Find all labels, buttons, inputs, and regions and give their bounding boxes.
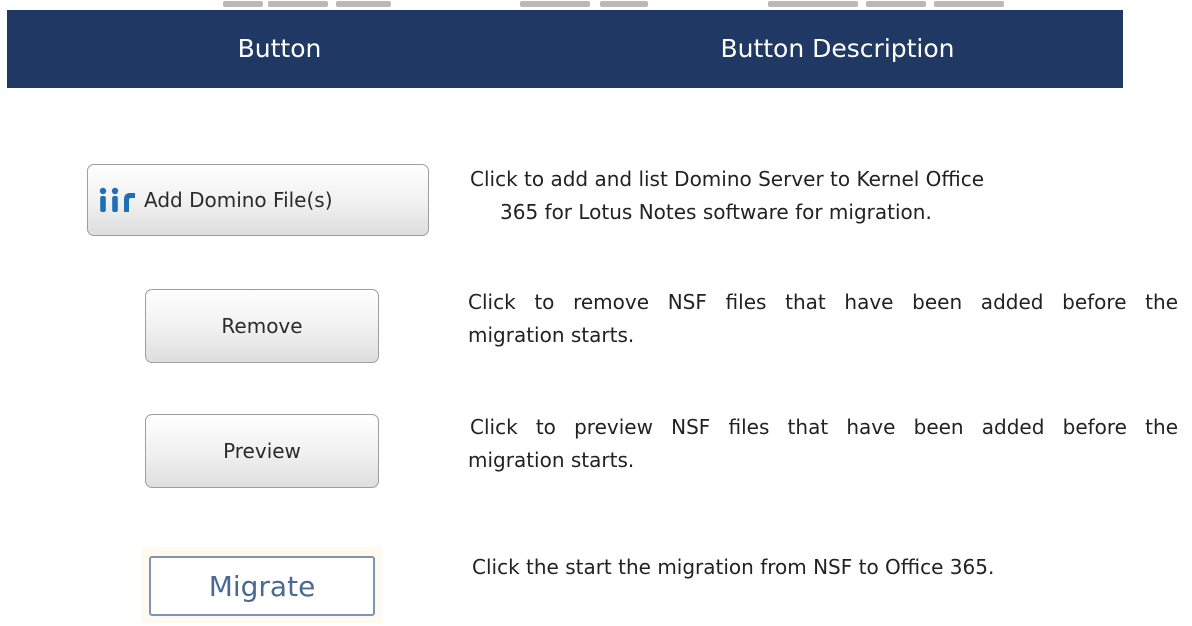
- remove-button-label: Remove: [221, 314, 303, 338]
- remove-button[interactable]: Remove: [145, 289, 379, 363]
- table-row: Add Domino File(s) Click to add and list…: [0, 164, 1192, 240]
- add-domino-files-label: Add Domino File(s): [144, 188, 333, 212]
- table-row: Migrate Click the start the migration fr…: [0, 547, 1192, 623]
- preview-button-label: Preview: [223, 439, 301, 463]
- add-domino-files-description: Click to add and list Domino Server to K…: [470, 167, 985, 224]
- migrate-description: Click the start the migration from NSF t…: [472, 555, 995, 579]
- add-domino-files-button[interactable]: Add Domino File(s): [87, 164, 429, 236]
- preview-button[interactable]: Preview: [145, 414, 379, 488]
- cropped-text-fragment: [0, 0, 1192, 10]
- migrate-button-wrapper: Migrate: [142, 547, 382, 623]
- table-header: Button Button Description: [7, 10, 1123, 88]
- table-row: Preview Click to preview NSF files that …: [0, 414, 1192, 490]
- table-row: Remove Click to remove NSF files that ha…: [0, 289, 1192, 365]
- people-group-icon: [99, 187, 135, 212]
- preview-description: Click to preview NSF files that have bee…: [468, 415, 1178, 472]
- header-description-column: Button Description: [720, 34, 955, 63]
- header-button-column: Button: [237, 34, 322, 63]
- migrate-button-label: Migrate: [208, 569, 316, 603]
- migrate-button[interactable]: Migrate: [149, 556, 375, 616]
- remove-description: Click to remove NSF files that have been…: [468, 290, 1178, 347]
